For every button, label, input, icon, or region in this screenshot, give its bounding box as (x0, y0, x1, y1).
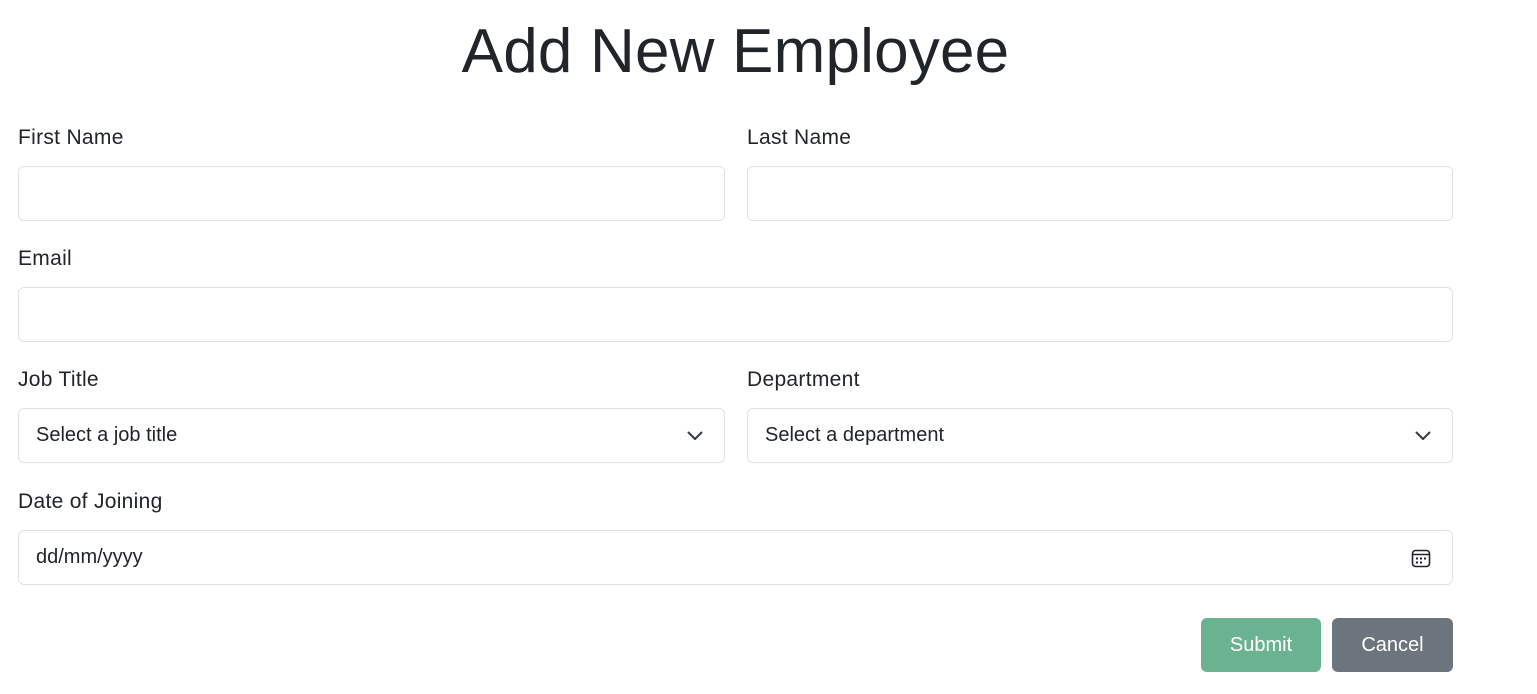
add-employee-page: Add New Employee First Name Last Name Em… (0, 0, 1537, 694)
job-title-selected-value: Select a job title (36, 424, 178, 446)
chevron-down-icon (1414, 427, 1432, 445)
last-name-input[interactable] (765, 167, 1435, 220)
calendar-icon[interactable] (1410, 547, 1432, 569)
date-of-joining-placeholder: dd/mm/yyyy (36, 546, 143, 568)
date-of-joining-field[interactable]: dd/mm/yyyy (18, 530, 1453, 585)
first-name-input[interactable] (36, 167, 707, 220)
submit-button[interactable]: Submit (1201, 618, 1321, 672)
department-select[interactable]: Select a department (747, 408, 1453, 463)
department-selected-value: Select a department (765, 424, 944, 446)
email-field[interactable] (18, 287, 1453, 342)
last-name-label: Last Name (747, 126, 852, 149)
email-input[interactable] (36, 288, 1435, 341)
chevron-down-icon (686, 427, 704, 445)
page-title: Add New Employee (461, 17, 1010, 86)
job-title-label: Job Title (18, 368, 99, 391)
email-label: Email (18, 247, 73, 270)
last-name-field[interactable] (747, 166, 1453, 221)
job-title-select[interactable]: Select a job title (18, 408, 725, 463)
cancel-button[interactable]: Cancel (1332, 618, 1453, 672)
first-name-field[interactable] (18, 166, 725, 221)
first-name-label: First Name (18, 126, 124, 149)
department-label: Department (747, 368, 860, 391)
date-of-joining-label: Date of Joining (18, 490, 163, 513)
